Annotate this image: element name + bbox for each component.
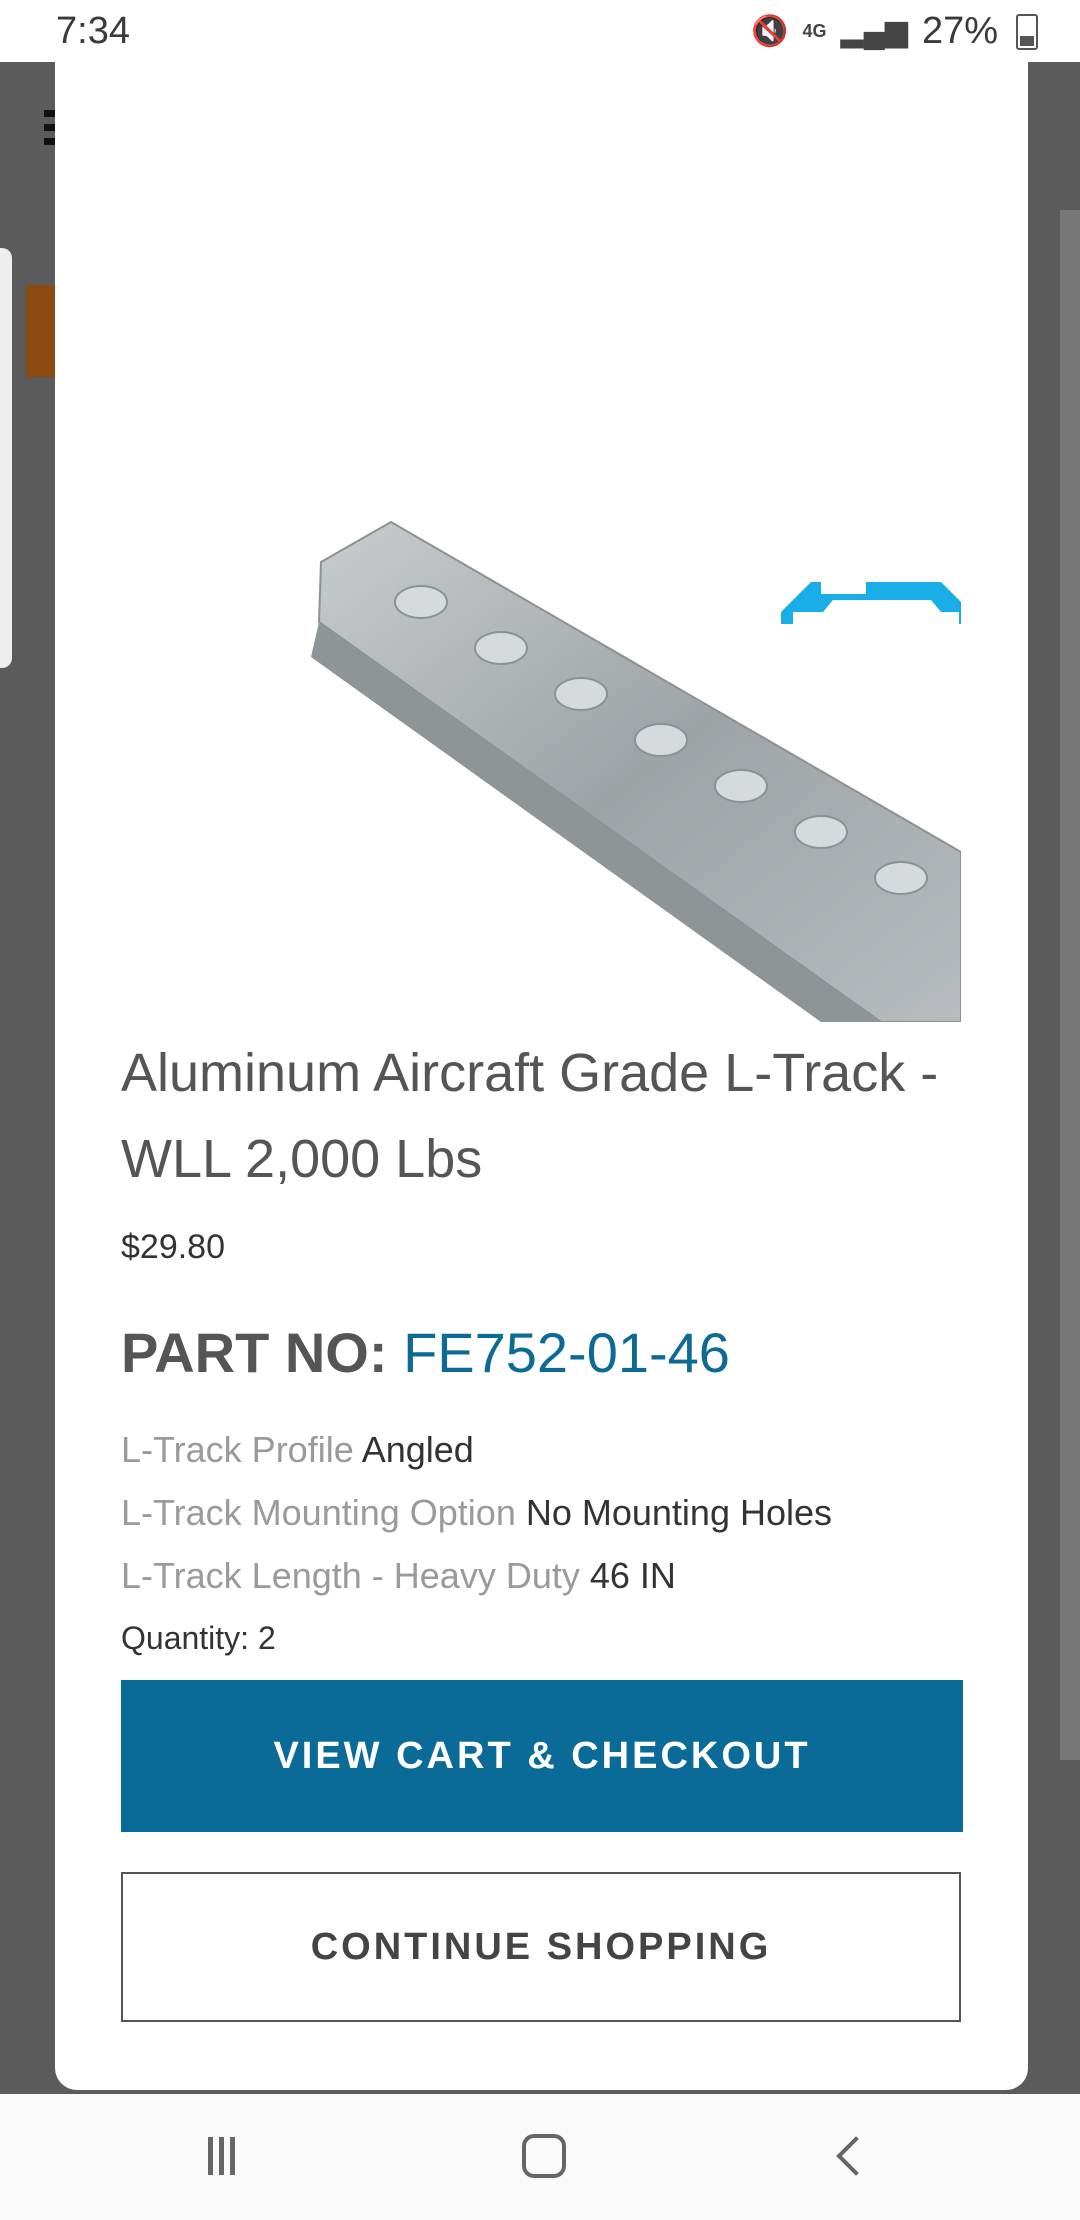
background-banner [26, 285, 56, 377]
product-options: L-Track Profile Angled L-Track Mounting … [121, 1418, 832, 1670]
battery-icon [1016, 13, 1038, 50]
scrollbar [1060, 210, 1080, 1760]
option-value: 46 IN [589, 1555, 676, 1596]
status-time: 7:34 [56, 10, 130, 52]
option-key: L-Track Mounting Option [121, 1492, 516, 1533]
option-row: L-Track Length - Heavy Duty 46 IN [121, 1544, 832, 1607]
status-icons: 🔇 4G ▂▄▆ 27% [751, 10, 1038, 53]
quantity-label: Quantity: [121, 1620, 250, 1656]
product-image [311, 520, 961, 1022]
option-value: No Mounting Holes [525, 1492, 833, 1533]
status-bar: 7:34 🔇 4G ▂▄▆ 27% [0, 0, 1080, 62]
option-row: L-Track Mounting Option No Mounting Hole… [121, 1481, 832, 1544]
part-number-value: FE752-01-46 [403, 1321, 730, 1384]
battery-percentage: 27% [921, 10, 998, 52]
option-value: Angled [361, 1429, 474, 1470]
recent-apps-icon[interactable] [208, 2124, 278, 2188]
product-price: $29.80 [121, 1228, 225, 1266]
part-number: PART NO: FE752-01-46 [121, 1320, 730, 1385]
home-icon[interactable] [510, 2124, 580, 2188]
quantity-row: Quantity: 2 [121, 1607, 832, 1670]
option-key: L-Track Profile [121, 1429, 354, 1470]
added-to-cart-modal: Aluminum Aircraft Grade L-Track - WLL 2,… [55, 62, 1028, 2090]
mute-icon: 🔇 [751, 15, 789, 48]
back-icon[interactable] [822, 2124, 892, 2188]
quantity-value: 2 [257, 1620, 276, 1656]
option-key: L-Track Length - Heavy Duty [121, 1555, 580, 1596]
product-title: Aluminum Aircraft Grade L-Track - WLL 2,… [121, 1043, 939, 1189]
option-row: L-Track Profile Angled [121, 1418, 832, 1481]
navigation-bar [0, 2094, 1080, 2220]
view-cart-checkout-button[interactable]: VIEW CART & CHECKOUT [121, 1680, 963, 1832]
side-tab [0, 248, 12, 668]
part-number-label: PART NO: [121, 1321, 388, 1384]
track-profile-icon [781, 582, 961, 624]
continue-shopping-button[interactable]: CONTINUE SHOPPING [121, 1872, 961, 2022]
signal-icon: ▂▄▆ [840, 15, 908, 48]
network-type-icon: 4G [802, 21, 827, 41]
